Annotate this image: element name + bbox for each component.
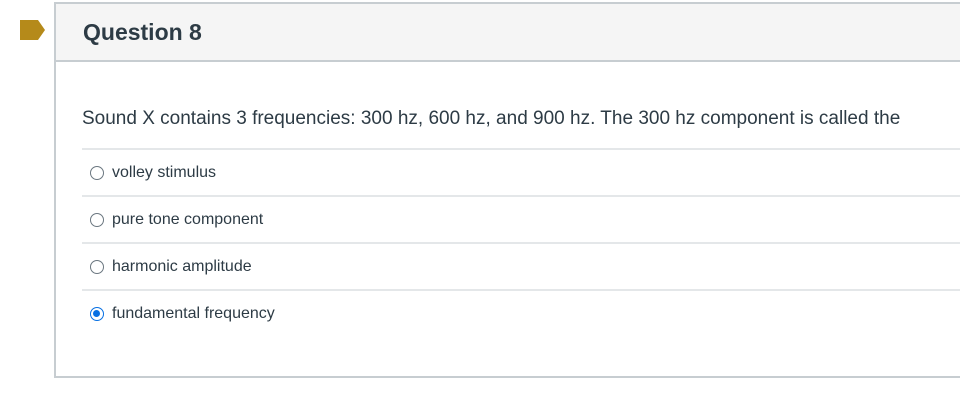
answer-option[interactable]: harmonic amplitude: [82, 242, 960, 289]
radio-button-selected[interactable]: [90, 306, 104, 321]
answer-list: volley stimulus pure tone component harm…: [82, 148, 960, 336]
answer-label: volley stimulus: [112, 163, 217, 181]
question-text: Sound X contains 3 frequencies: 300 hz, …: [82, 108, 901, 129]
radio-button[interactable]: [90, 259, 104, 274]
answer-option[interactable]: fundamental frequency: [82, 289, 960, 336]
answer-label: pure tone component: [112, 210, 264, 228]
answer-option[interactable]: volley stimulus: [82, 148, 960, 195]
question-title: Question 8: [83, 18, 202, 45]
answer-label: harmonic amplitude: [112, 257, 252, 275]
question-card: Question 8 Sound X contains 3 frequencie…: [54, 2, 960, 378]
radio-button[interactable]: [90, 165, 104, 180]
answer-label: fundamental frequency: [112, 304, 275, 322]
radio-button[interactable]: [90, 212, 104, 227]
answer-option[interactable]: pure tone component: [82, 195, 960, 242]
question-header: Question 8: [56, 4, 960, 62]
flag-icon[interactable]: [20, 20, 45, 40]
